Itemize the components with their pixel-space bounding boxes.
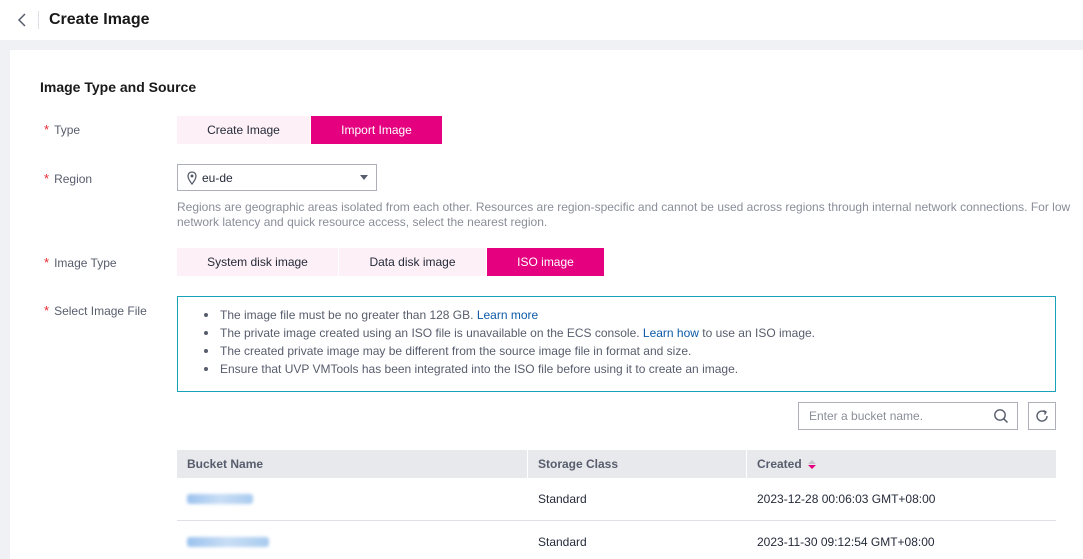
type-label: * Type xyxy=(44,122,81,137)
created-cell: 2023-11-30 09:12:54 GMT+08:00 xyxy=(757,535,935,549)
storage-class-cell: Standard xyxy=(538,535,587,549)
bucket-name-cell xyxy=(177,521,528,559)
chevron-down-icon xyxy=(360,175,368,180)
bucket-name-cell xyxy=(177,478,528,520)
type-option-create-image[interactable]: Create Image xyxy=(177,116,310,144)
bucket-name-link[interactable] xyxy=(187,537,269,547)
header-divider xyxy=(38,11,39,29)
sort-icon[interactable] xyxy=(807,459,816,469)
region-help-text: Regions are geographic areas isolated fr… xyxy=(177,200,1071,229)
image-type-option-system-disk[interactable]: System disk image xyxy=(177,248,338,276)
search-icon[interactable] xyxy=(993,408,1009,424)
column-bucket-name: Bucket Name xyxy=(177,450,528,478)
image-file-info-box: The image file must be no greater than 1… xyxy=(177,296,1056,392)
table-row[interactable]: Standard 2023-11-30 09:12:54 GMT+08:00 xyxy=(177,521,1056,559)
required-mark: * xyxy=(44,171,50,186)
bucket-search xyxy=(798,402,1018,430)
region-value: eu-de xyxy=(202,170,233,185)
image-type-option-iso[interactable]: ISO image xyxy=(487,248,604,276)
image-type-option-data-disk[interactable]: Data disk image xyxy=(339,248,486,276)
learn-more-link[interactable]: Learn more xyxy=(477,308,538,322)
region-select[interactable]: eu-de xyxy=(177,164,377,191)
region-label: * Region xyxy=(44,171,93,186)
bucket-table: Bucket Name Storage Class Created Standa… xyxy=(177,450,1056,559)
required-mark: * xyxy=(44,255,50,270)
top-bar: Create Image xyxy=(0,0,1083,40)
info-note: The image file must be no greater than 1… xyxy=(204,306,1055,324)
required-mark: * xyxy=(44,122,50,137)
image-type-selector: System disk image Data disk image ISO im… xyxy=(177,248,605,276)
created-cell: 2023-12-28 00:06:03 GMT+08:00 xyxy=(757,492,936,506)
refresh-icon xyxy=(1036,409,1048,422)
section-title: Image Type and Source xyxy=(40,79,197,95)
image-type-label: * Image Type xyxy=(44,255,117,270)
location-pin-icon xyxy=(187,170,197,185)
column-created[interactable]: Created xyxy=(747,450,1056,478)
info-note: The private image created using an ISO f… xyxy=(204,324,1055,342)
storage-class-cell: Standard xyxy=(538,492,587,506)
column-storage-class: Storage Class xyxy=(528,450,747,478)
learn-how-link[interactable]: Learn how xyxy=(643,326,699,340)
bucket-name-link[interactable] xyxy=(187,494,253,504)
required-mark: * xyxy=(44,303,50,318)
bucket-search-input[interactable] xyxy=(809,409,993,423)
refresh-button[interactable] xyxy=(1028,402,1056,430)
type-selector: Create Image Import Image xyxy=(177,116,443,144)
info-note: The created private image may be differe… xyxy=(204,342,1055,360)
back-button[interactable] xyxy=(12,10,32,30)
main-card: Image Type and Source * Type Create Image… xyxy=(10,50,1083,559)
info-note: Ensure that UVP VMTools has been integra… xyxy=(204,360,1055,378)
page-title: Create Image xyxy=(49,11,150,28)
image-file-label: * Select Image File xyxy=(44,303,147,318)
table-header: Bucket Name Storage Class Created xyxy=(177,450,1056,478)
chevron-left-icon xyxy=(17,13,26,27)
table-row[interactable]: Standard 2023-12-28 00:06:03 GMT+08:00 xyxy=(177,478,1056,521)
type-option-import-image[interactable]: Import Image xyxy=(311,116,442,144)
